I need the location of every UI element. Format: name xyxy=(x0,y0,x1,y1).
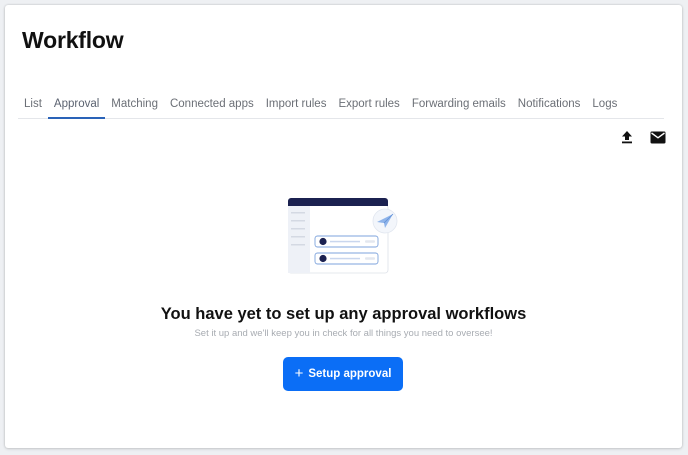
email-button[interactable] xyxy=(648,127,668,147)
tab-bar: List Approval Matching Connected apps Im… xyxy=(18,92,664,119)
setup-approval-label: Setup approval xyxy=(308,368,392,380)
tab-connected-apps[interactable]: Connected apps xyxy=(164,92,260,118)
upload-button[interactable] xyxy=(617,127,637,147)
plus-icon: + xyxy=(294,364,304,382)
tab-import-rules[interactable]: Import rules xyxy=(260,92,333,118)
email-icon xyxy=(650,131,666,143)
tab-forwarding-emails[interactable]: Forwarding emails xyxy=(406,92,512,118)
tab-logs[interactable]: Logs xyxy=(586,92,623,118)
tab-list[interactable]: List xyxy=(18,92,48,118)
upload-icon xyxy=(622,131,632,144)
tab-approval[interactable]: Approval xyxy=(47,92,106,119)
empty-state-subtitle: Set it up and we'll keep you in check fo… xyxy=(194,328,493,339)
setup-approval-button[interactable]: + Setup approval xyxy=(283,357,403,391)
approval-workflow-illustration xyxy=(288,198,398,274)
empty-state-title: You have yet to set up any approval work… xyxy=(160,305,527,323)
tab-notifications[interactable]: Notifications xyxy=(512,92,587,118)
workflow-card: Workflow List Approval Matching Connecte… xyxy=(5,5,682,448)
page-title: Workflow xyxy=(22,27,124,53)
tab-matching[interactable]: Matching xyxy=(105,92,164,118)
tab-export-rules[interactable]: Export rules xyxy=(332,92,405,118)
